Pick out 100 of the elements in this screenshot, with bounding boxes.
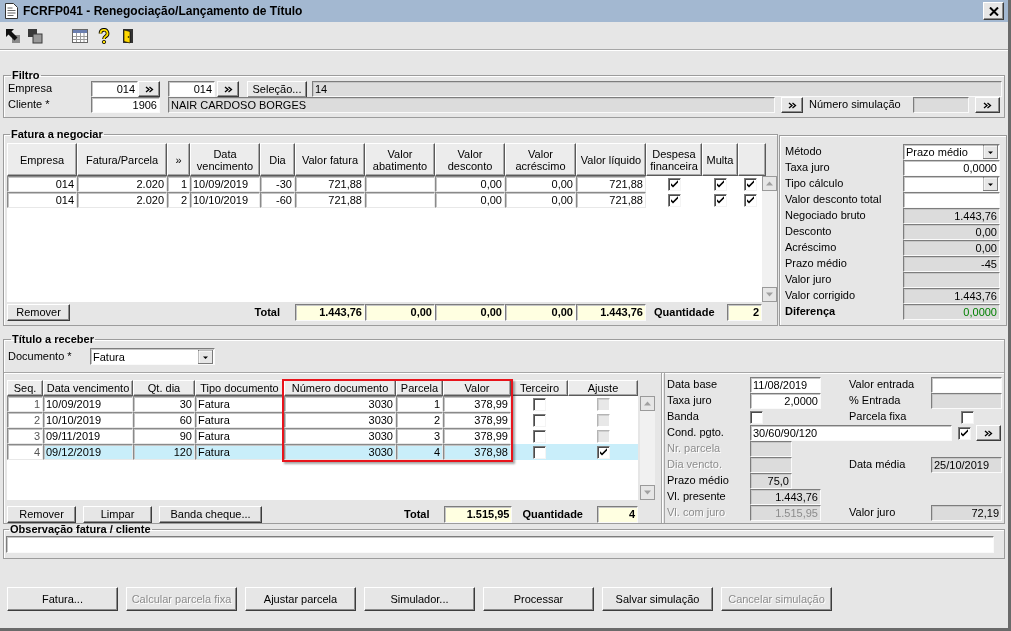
caret-icon[interactable] (198, 349, 213, 364)
column-header[interactable]: Terceiro (511, 380, 568, 396)
windows-icon[interactable] (27, 27, 43, 44)
input-field[interactable]: 30/60/90/120 (750, 425, 952, 441)
action-button[interactable]: Ajustar parcela (245, 587, 356, 611)
checkbox[interactable] (533, 397, 546, 411)
table-icon[interactable] (72, 27, 88, 44)
checkbox[interactable] (596, 445, 610, 459)
readonly-field[interactable] (931, 393, 1002, 409)
checkbox[interactable] (667, 177, 681, 191)
dropdown[interactable] (903, 176, 1000, 192)
dropdown[interactable]: Prazo médio (903, 144, 1000, 160)
readonly-field[interactable]: 14 (312, 81, 1002, 97)
readonly-field[interactable]: -45 (903, 256, 1000, 272)
selection-button[interactable]: Seleção... (247, 80, 307, 98)
column-header[interactable]: Despesa financeira (646, 143, 702, 176)
column-header[interactable] (738, 143, 766, 176)
table-cell: 378,98 (443, 444, 511, 460)
table-cell: 1 (167, 176, 190, 192)
checkbox[interactable] (713, 193, 727, 207)
input-field[interactable] (931, 377, 1002, 393)
checkbox[interactable] (744, 177, 757, 191)
table-row[interactable]: 1 10/09/2019 30 Fatura 3030 1 378,99 (7, 396, 638, 412)
action-button[interactable]: Limpar (83, 506, 152, 523)
column-header[interactable]: Multa (702, 143, 738, 176)
column-header[interactable]: Valor desconto (435, 143, 505, 176)
action-button[interactable]: Banda cheque... (159, 506, 262, 523)
close-button[interactable] (983, 2, 1004, 20)
input-field[interactable]: 11/08/2019 (750, 377, 821, 393)
arrow-icon[interactable] (5, 27, 21, 44)
column-header[interactable]: Valor abatimento (365, 143, 435, 176)
checkbox[interactable] (958, 426, 971, 440)
action-button[interactable]: Processar (483, 587, 594, 611)
readonly-field[interactable]: 1.443,76 (903, 288, 1000, 304)
table-cell: 3030 (284, 428, 396, 444)
column-header[interactable]: Qt. dia (133, 380, 195, 396)
lookup-button[interactable] (781, 97, 803, 113)
checkbox[interactable] (533, 429, 546, 443)
action-button[interactable]: Simulador... (364, 587, 475, 611)
readonly-field[interactable]: 1.443,76 (903, 208, 1000, 224)
readonly-field[interactable]: 1.443,76 (750, 489, 821, 505)
help-icon[interactable] (96, 27, 112, 44)
readonly-field[interactable]: 0,00 (903, 224, 1000, 240)
checkbox[interactable] (667, 193, 681, 207)
action-button[interactable]: Remover (7, 506, 76, 523)
column-header[interactable]: Empresa (7, 143, 77, 176)
column-header[interactable]: Valor líquido (576, 143, 646, 176)
input-field[interactable] (903, 192, 1000, 208)
input-field[interactable]: 2,0000 (750, 393, 821, 409)
column-header[interactable]: Dia (260, 143, 295, 176)
field-label: Prazo médio (785, 257, 847, 271)
readonly-field[interactable] (913, 97, 969, 113)
lookup-button[interactable] (976, 425, 1001, 441)
column-header[interactable]: Valor fatura (295, 143, 365, 176)
action-button[interactable]: Salvar simulação (602, 587, 713, 611)
lookup-button[interactable] (138, 81, 160, 97)
table-cell: 10/09/2019 (190, 176, 260, 192)
checkbox[interactable] (533, 413, 546, 427)
table-cell: 721,88 (576, 192, 646, 208)
column-header[interactable]: Fatura/Parcela (77, 143, 167, 176)
column-header[interactable]: » (167, 143, 190, 176)
checkbox[interactable] (961, 410, 974, 424)
field-label: Valor entrada (849, 378, 915, 392)
table-row[interactable]: 2 10/10/2019 60 Fatura 3030 2 378,99 (7, 412, 638, 428)
readonly-field[interactable]: 0,00 (903, 240, 1000, 256)
column-header[interactable]: Ajuste (568, 380, 638, 396)
checkbox[interactable] (744, 193, 757, 207)
readonly-field[interactable]: NAIR CARDOSO BORGES (168, 97, 775, 113)
input-field[interactable]: 014 (168, 81, 215, 97)
input-field[interactable]: 014 (91, 81, 138, 97)
checkbox[interactable] (713, 177, 727, 191)
checkbox[interactable] (750, 410, 763, 424)
column-header[interactable]: Seq. (7, 380, 43, 396)
input-field[interactable]: 1906 (91, 97, 160, 113)
column-header[interactable]: Data vencimento (43, 380, 133, 396)
lookup-button[interactable] (975, 97, 1000, 113)
lookup-button[interactable] (217, 81, 239, 97)
column-header[interactable]: Tipo documento (195, 380, 284, 396)
table-cell: 3030 (284, 444, 396, 460)
field-label: Prazo médio (667, 474, 729, 488)
close-icon (988, 6, 999, 16)
door-icon[interactable] (120, 27, 136, 44)
caret-icon[interactable] (983, 145, 998, 159)
caret-icon[interactable] (983, 177, 998, 191)
table-cell: 1 (7, 396, 43, 412)
readonly-field[interactable]: 75,0 (750, 473, 792, 489)
table-cell: 2 (396, 412, 443, 428)
column-header[interactable]: Data vencimento (190, 143, 260, 176)
column-header[interactable]: Valor acréscimo (505, 143, 576, 176)
action-button[interactable]: Fatura... (7, 587, 118, 611)
table-cell: 4 (7, 444, 43, 460)
document-dropdown[interactable]: Fatura (90, 348, 215, 365)
table-row[interactable]: 3 09/11/2019 90 Fatura 3030 3 378,99 (7, 428, 638, 444)
readonly-field[interactable] (903, 272, 1000, 288)
remove-button[interactable]: Remover (7, 304, 70, 321)
table-row[interactable]: 4 09/12/2019 120 Fatura 3030 4 378,98 (7, 444, 638, 460)
readonly-field[interactable]: 0,0000 (903, 304, 1000, 320)
checkbox[interactable] (533, 445, 546, 459)
notes-field[interactable] (6, 536, 994, 553)
input-field[interactable]: 0,0000 (903, 160, 1000, 176)
